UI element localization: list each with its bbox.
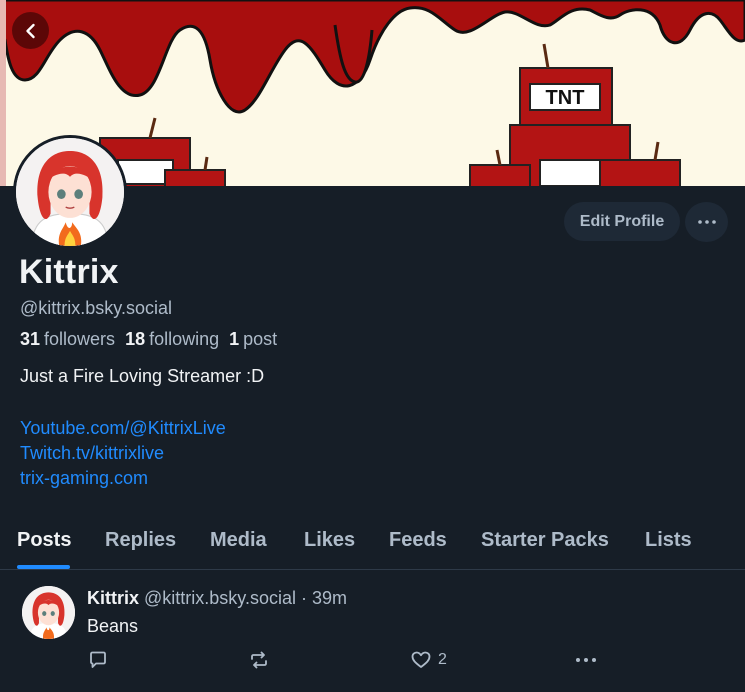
posts-count: 1 — [229, 329, 240, 349]
post-avatar[interactable] — [22, 586, 75, 639]
tab-posts[interactable]: Posts — [17, 512, 71, 569]
post-separator: · — [301, 588, 308, 608]
following-label: following — [149, 329, 220, 349]
tab-feeds[interactable]: Feeds — [389, 512, 447, 569]
followers-count: 31 — [20, 329, 41, 349]
tab-media[interactable]: Media — [210, 512, 267, 569]
profile-stats: 31 followers 18 following 1 post — [20, 329, 277, 350]
repost-button[interactable] — [249, 649, 269, 671]
posts-stat: 1 post — [229, 329, 277, 350]
post-item[interactable]: Kittrix @kittrix.bsky.social · 39m Beans… — [0, 571, 745, 692]
post-avatar-image — [22, 586, 75, 639]
post-more-button[interactable] — [575, 649, 597, 671]
reply-button[interactable] — [88, 649, 108, 671]
back-arrow-icon — [25, 23, 35, 38]
like-heart-icon — [411, 651, 431, 668]
post-handle[interactable]: @kittrix.bsky.social — [144, 588, 296, 608]
profile-bio: Just a Fire Loving Streamer :D — [20, 366, 265, 386]
following-link[interactable]: 18 following — [125, 329, 219, 350]
tab-likes[interactable]: Likes — [304, 512, 355, 569]
profile-handle: @kittrix.bsky.social — [20, 298, 172, 318]
back-button[interactable] — [12, 12, 49, 49]
like-button[interactable]: 2 — [411, 649, 447, 671]
post-text: Beans — [87, 616, 139, 636]
bio-links: Youtube.com/@KittrixLive Twitch.tv/kittr… — [20, 416, 226, 491]
tab-starter-packs[interactable]: Starter Packs — [481, 512, 609, 569]
website-link[interactable]: trix-gaming.com — [20, 466, 226, 491]
tab-replies[interactable]: Replies — [105, 512, 176, 569]
twitch-link[interactable]: Twitch.tv/kittrixlive — [20, 441, 226, 466]
tab-lists[interactable]: Lists — [645, 512, 692, 569]
edit-profile-button[interactable]: Edit Profile — [564, 202, 680, 241]
profile-tabs: Posts Replies Media Likes Feeds Starter … — [0, 512, 745, 570]
avatar-image — [16, 138, 124, 246]
tnt-sign-text: TNT — [546, 87, 585, 109]
reply-icon — [90, 651, 106, 668]
display-name: Kittrix — [19, 253, 119, 291]
post-more-icon — [576, 658, 596, 662]
following-count: 18 — [125, 329, 146, 349]
profile-avatar[interactable] — [13, 135, 127, 249]
post-author[interactable]: Kittrix — [87, 588, 139, 608]
repost-icon — [251, 651, 267, 669]
followers-link[interactable]: 31 followers — [20, 329, 115, 350]
followers-label: followers — [44, 329, 116, 349]
post-time[interactable]: 39m — [312, 588, 347, 608]
post-header: Kittrix @kittrix.bsky.social · 39m — [87, 588, 347, 609]
like-count: 2 — [438, 651, 447, 668]
more-dots-icon — [697, 220, 716, 224]
youtube-link[interactable]: Youtube.com/@KittrixLive — [20, 416, 226, 441]
active-tab-indicator — [17, 565, 70, 569]
posts-label: post — [243, 329, 278, 349]
profile-more-button[interactable] — [685, 202, 728, 242]
